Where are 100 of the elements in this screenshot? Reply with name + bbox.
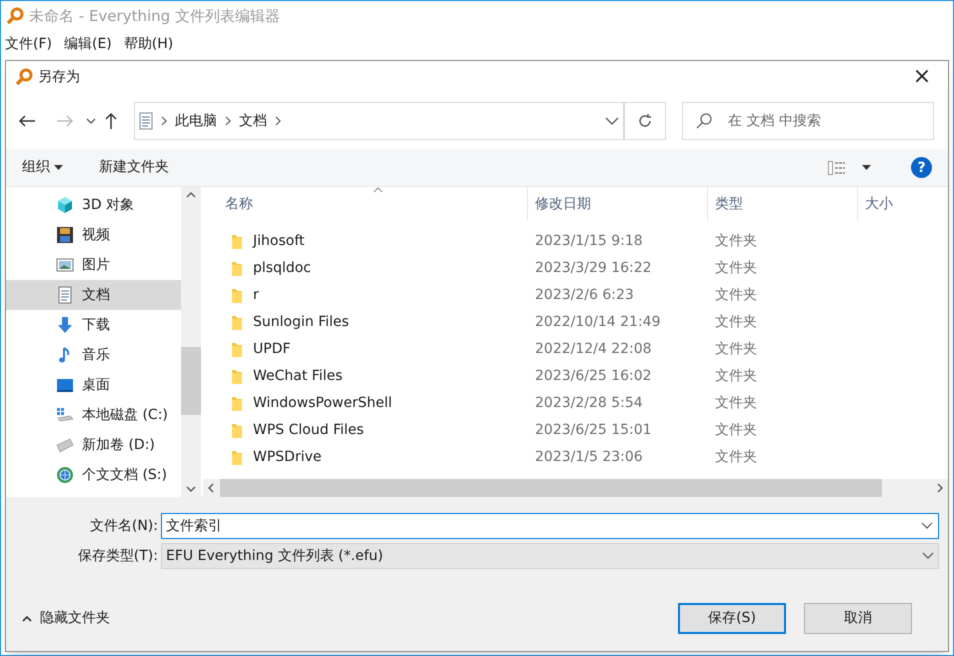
modified-date: 2023/3/29 16:22 [534, 259, 653, 278]
chevron-up-icon[interactable] [186, 191, 196, 198]
close-button[interactable]: × [904, 63, 940, 91]
modified-date: 2023/2/28 5:54 [534, 394, 644, 413]
column-header[interactable]: 修改日期 [528, 187, 708, 221]
menu-item[interactable]: 文件(F) [5, 34, 52, 54]
chevron-up-icon [22, 615, 32, 622]
cancel-button[interactable]: 取消 [804, 603, 912, 634]
breadcrumb[interactable]: 文档 [239, 110, 267, 132]
picture-icon [56, 256, 74, 274]
folder-icon [231, 422, 243, 438]
file-type-label: 保存类型(T): [76, 546, 159, 566]
modified-date: 2023/1/5 23:06 [534, 448, 644, 467]
up-arrow-icon[interactable] [104, 112, 118, 130]
chevron-left-icon[interactable] [207, 483, 214, 493]
magnifier-icon [5, 6, 25, 26]
chevron-down-icon[interactable] [186, 486, 196, 493]
column-header[interactable]: 大小 [858, 187, 928, 221]
magnifier-icon [14, 67, 34, 87]
breadcrumb[interactable]: 此电脑 [175, 110, 217, 132]
search-field[interactable]: 在 文档 中搜索 [682, 102, 934, 140]
hide-folders-button[interactable]: 隐藏文件夹 [22, 608, 110, 629]
new-folder-button[interactable]: 新建文件夹 [99, 157, 169, 178]
scrollbar-thumb[interactable] [181, 347, 201, 415]
sidebar-item[interactable]: 音乐 [6, 340, 181, 370]
sidebar-item[interactable]: 下载 [6, 310, 181, 340]
chevron-right-icon[interactable] [225, 116, 231, 126]
address-bar[interactable]: 此电脑 文档 [134, 102, 624, 140]
desktop-icon [56, 376, 74, 394]
file-type: 文件夹 [714, 394, 758, 413]
save-button[interactable]: 保存(S) [678, 603, 786, 634]
cube-icon [56, 196, 74, 214]
chevron-right-icon[interactable] [937, 483, 944, 493]
file-type: 文件夹 [714, 232, 758, 251]
system-drive-icon [56, 406, 74, 424]
filename-field[interactable]: 文件索引 [161, 513, 939, 539]
chevron-down-icon[interactable] [921, 522, 933, 530]
file-type: 文件夹 [714, 313, 758, 332]
folder-icon [231, 396, 243, 412]
modified-date: 2022/12/4 22:08 [534, 340, 653, 359]
modified-date: 2023/2/6 6:23 [534, 286, 635, 305]
dialog-title: 另存为 [38, 68, 81, 86]
search-icon [696, 113, 712, 129]
file-type: 文件夹 [714, 259, 758, 278]
file-name[interactable]: Sunlogin Files [253, 312, 349, 333]
file-type: 文件夹 [714, 448, 758, 467]
sidebar-item[interactable]: 本地磁盘 (C:) [6, 400, 181, 430]
file-name[interactable]: r [253, 285, 259, 306]
menu-item[interactable]: 帮助(H) [124, 34, 174, 54]
file-type-dropdown[interactable]: EFU Everything 文件列表 (*.efu) [161, 543, 939, 569]
column-header[interactable]: 名称 [203, 187, 528, 221]
folder-icon [231, 368, 243, 384]
file-name[interactable]: Jihosoft [253, 231, 304, 252]
dropdown-triangle-icon[interactable] [862, 165, 871, 170]
help-button[interactable]: ? [911, 157, 932, 178]
chevron-down-icon[interactable] [86, 117, 96, 125]
file-type: 文件夹 [714, 367, 758, 386]
chevron-down-icon[interactable] [605, 116, 619, 126]
dropdown-triangle-icon [54, 165, 63, 170]
file-name[interactable]: UPDF [253, 339, 291, 360]
folder-icon [231, 342, 243, 358]
sidebar-item[interactable]: 桌面 [6, 370, 181, 400]
download-icon [56, 316, 74, 334]
sidebar-item[interactable]: 个文文档 (S:) [6, 460, 181, 490]
file-name[interactable]: WindowsPowerShell [253, 393, 392, 414]
folder-icon [231, 314, 243, 330]
modified-date: 2023/6/25 16:02 [534, 367, 653, 386]
view-options-icon[interactable] [828, 160, 846, 174]
refresh-button[interactable] [624, 102, 666, 140]
file-name[interactable]: WeChat Files [253, 366, 343, 387]
network-icon [56, 466, 74, 484]
modified-date: 2023/1/15 9:18 [534, 232, 644, 251]
chevron-right-icon[interactable] [275, 116, 281, 126]
chevron-down-icon [922, 552, 934, 560]
chevron-right-icon[interactable] [161, 116, 167, 126]
back-arrow-icon[interactable] [18, 114, 36, 128]
sidebar-item[interactable]: 图片 [6, 250, 181, 280]
folder-icon [231, 234, 243, 250]
vertical-scrollbar[interactable] [181, 187, 201, 497]
sidebar-item[interactable]: 视频 [6, 220, 181, 250]
window-title: 未命名 - Everything 文件列表编辑器 [29, 6, 280, 27]
modified-date: 2022/10/14 21:49 [534, 313, 662, 332]
file-type: 文件夹 [714, 421, 758, 440]
sidebar-item[interactable]: 新加卷 (D:) [6, 430, 181, 460]
modified-date: 2023/6/25 15:01 [534, 421, 653, 440]
refresh-icon [637, 113, 653, 129]
document-icon [139, 112, 153, 130]
organize-menu-button[interactable]: 组织 [22, 157, 63, 178]
folder-icon [231, 450, 243, 466]
file-type: 文件夹 [714, 286, 758, 305]
file-name[interactable]: WPSDrive [253, 447, 322, 468]
column-header[interactable]: 类型 [708, 187, 858, 221]
video-icon [56, 226, 74, 244]
file-name[interactable]: WPS Cloud Files [253, 420, 364, 441]
file-type: 文件夹 [714, 340, 758, 359]
file-name[interactable]: plsqldoc [253, 258, 311, 279]
sort-caret-icon [373, 187, 383, 193]
sidebar-item[interactable]: 3D 对象 [6, 190, 181, 220]
menu-item[interactable]: 编辑(E) [64, 34, 112, 54]
sidebar-item[interactable]: 文档 [6, 280, 181, 310]
